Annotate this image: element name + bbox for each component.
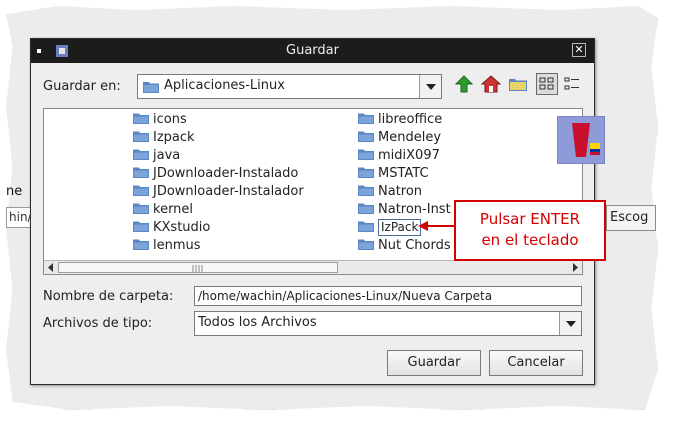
scroll-left-button[interactable] — [44, 261, 58, 274]
list-item[interactable]: kernel — [133, 201, 193, 219]
folder-icon — [133, 167, 149, 178]
up-arrow-icon — [454, 75, 474, 93]
list-item[interactable]: JDownloader-Instalador — [133, 183, 304, 201]
list-item-label: Natron — [378, 184, 423, 199]
list-item-label: JDownloader-Instalador — [153, 184, 304, 199]
grip-icon — [192, 265, 203, 272]
horizontal-scrollbar[interactable] — [44, 260, 582, 274]
list-item[interactable]: libreoffice — [358, 111, 442, 129]
list-item-label: libreoffice — [378, 112, 443, 127]
folder-icon — [133, 113, 149, 124]
background-field: hin/Iz — [6, 207, 32, 228]
new-folder-button[interactable] — [507, 73, 529, 95]
list-item[interactable]: JDownloader-Instalado — [133, 165, 298, 183]
folder-icon — [358, 221, 374, 232]
folder-icon — [133, 149, 149, 160]
list-item-label: MSTATC — [378, 166, 429, 181]
folder-icon — [133, 185, 149, 196]
cancel-button[interactable]: Cancelar — [489, 350, 583, 376]
folder-icon — [358, 149, 374, 160]
details-view-icon — [564, 77, 579, 90]
chevron-down-icon[interactable] — [559, 312, 581, 335]
window-menu-icon[interactable] — [37, 49, 41, 53]
folder-icon — [358, 239, 374, 250]
list-item-label: java — [153, 148, 181, 163]
list-item[interactable]: Mendeley — [358, 129, 441, 147]
list-item[interactable]: midiX097 — [358, 147, 440, 165]
folder-icon — [358, 185, 374, 196]
list-item-label: icons — [153, 112, 187, 127]
details-view-button[interactable] — [561, 73, 583, 95]
list-item[interactable]: Izpack — [133, 129, 195, 147]
background-label: ne — [6, 184, 23, 199]
list-view-icon — [539, 77, 554, 90]
file-type-value: Todos los Archivos — [198, 315, 317, 330]
scroll-thumb[interactable] — [58, 262, 338, 273]
folder-icon — [133, 239, 149, 250]
list-item-label: midiX097 — [378, 148, 440, 163]
list-item-label: kernel — [153, 202, 194, 217]
current-folder: Aplicaciones-Linux — [164, 78, 285, 93]
logo-image — [558, 117, 604, 163]
list-item-label: Nut Chords — [378, 238, 451, 253]
chevron-down-icon[interactable] — [419, 75, 441, 98]
folder-icon — [133, 221, 149, 232]
title-bar: Guardar ✕ — [31, 39, 594, 63]
list-view-button[interactable] — [536, 73, 558, 95]
folder-icon — [358, 131, 374, 142]
home-icon — [480, 75, 502, 93]
close-icon[interactable]: ✕ — [572, 43, 586, 57]
rename-input[interactable]: IzPack — [378, 219, 422, 236]
instruction-callout: Pulsar ENTER en el teclado — [454, 200, 606, 261]
list-item[interactable]: icons — [133, 111, 187, 129]
folder-name-input[interactable]: /home/wachin/Aplicaciones-Linux/Nueva Ca… — [194, 286, 582, 306]
avatar — [557, 116, 605, 164]
folder-icon — [358, 167, 374, 178]
file-type-label: Archivos de tipo: — [43, 316, 153, 331]
save-button[interactable]: Guardar — [387, 350, 481, 376]
home-button[interactable] — [480, 73, 502, 95]
arrow-left-icon — [48, 263, 53, 272]
dialog-title: Guardar — [286, 43, 339, 58]
list-item-label: lenmus — [153, 238, 201, 253]
list-item[interactable]: Natron-Inst — [358, 201, 451, 219]
look-in-label: Guardar en: — [43, 79, 121, 94]
file-type-combo[interactable]: Todos los Archivos — [194, 311, 582, 336]
folder-icon — [143, 82, 159, 93]
arrow-left-icon — [418, 221, 456, 231]
new-folder-icon — [509, 79, 527, 91]
list-item[interactable]: Nut Chords — [358, 237, 451, 255]
folder-icon — [133, 131, 149, 142]
folder-icon — [358, 113, 374, 124]
up-folder-button[interactable] — [453, 73, 475, 95]
folder-icon — [133, 203, 149, 214]
list-item-label: Izpack — [153, 130, 195, 145]
scroll-right-button[interactable] — [568, 261, 582, 274]
list-item-label: Mendeley — [378, 130, 442, 145]
list-item-label: JDownloader-Instalado — [153, 166, 299, 181]
list-item[interactable]: MSTATC — [358, 165, 429, 183]
list-item[interactable]: Natron — [358, 183, 422, 201]
list-item[interactable]: java — [133, 147, 180, 165]
list-item[interactable]: KXstudio — [133, 219, 210, 237]
folder-name-label: Nombre de carpeta: — [43, 289, 174, 304]
callout-line-2: en el teclado — [481, 231, 579, 249]
list-item[interactable]: lenmus — [133, 237, 201, 255]
folder-icon — [358, 203, 374, 214]
arrow-right-icon — [573, 263, 578, 272]
list-item[interactable]: IzPack — [358, 219, 422, 237]
list-item-label: Natron-Inst — [378, 202, 451, 217]
callout-line-1: Pulsar ENTER — [479, 210, 581, 228]
java-app-icon — [56, 45, 68, 57]
list-item-label: KXstudio — [153, 220, 211, 235]
background-choose-button: Escog — [606, 205, 656, 231]
look-in-combo[interactable]: Aplicaciones-Linux — [137, 74, 442, 99]
